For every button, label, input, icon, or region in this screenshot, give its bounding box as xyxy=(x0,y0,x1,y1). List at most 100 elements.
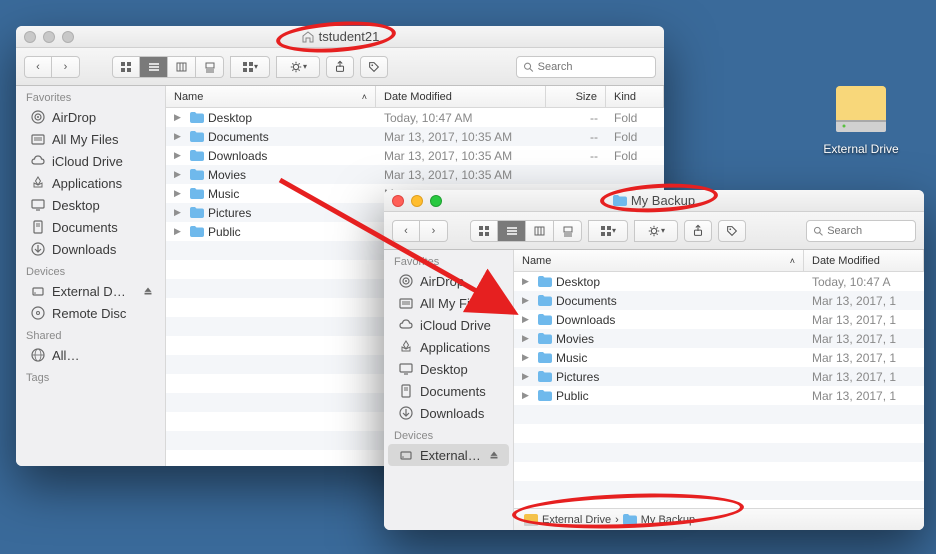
disclosure-icon[interactable]: ▶ xyxy=(174,169,186,180)
desktop-drive[interactable]: External Drive xyxy=(820,80,902,156)
disclosure-icon[interactable]: ▶ xyxy=(174,112,186,123)
titlebar[interactable]: My Backup xyxy=(384,190,924,212)
column-name[interactable]: Name˄ xyxy=(514,250,804,271)
search-input[interactable] xyxy=(538,61,649,73)
table-row-empty xyxy=(514,424,924,443)
table-row[interactable]: ▶DesktopToday, 10:47 A xyxy=(514,272,924,291)
finder-window-destination[interactable]: My Backup ‹ › ▾ ▾ Favorites AirDropAll M… xyxy=(384,190,924,530)
icon-view-button[interactable] xyxy=(470,220,498,242)
disclosure-icon[interactable]: ▶ xyxy=(522,333,534,344)
column-size[interactable]: Size xyxy=(546,86,606,107)
sidebar-item-documents[interactable]: Documents xyxy=(384,380,513,402)
action-button[interactable]: ▾ xyxy=(634,220,678,242)
traffic-lights[interactable] xyxy=(392,195,442,207)
arrange-button[interactable]: ▾ xyxy=(230,56,270,78)
sidebar-item-all-my-files[interactable]: All My Files xyxy=(384,292,513,314)
table-row[interactable]: ▶PicturesMar 13, 2017, 1 xyxy=(514,367,924,386)
disclosure-icon[interactable]: ▶ xyxy=(174,207,186,218)
table-row[interactable]: ▶PublicMar 13, 2017, 1 xyxy=(514,386,924,405)
search-field[interactable] xyxy=(516,56,656,78)
path-item[interactable]: External Drive xyxy=(542,514,611,526)
disclosure-icon[interactable]: ▶ xyxy=(174,131,186,142)
column-date[interactable]: Date Modified xyxy=(376,86,546,107)
sidebar-item-applications[interactable]: Applications xyxy=(16,172,165,194)
sidebar-item-documents[interactable]: Documents xyxy=(16,216,165,238)
disclosure-icon[interactable]: ▶ xyxy=(522,390,534,401)
tag-button[interactable] xyxy=(718,220,746,242)
column-view-button[interactable] xyxy=(168,56,196,78)
sidebar-item-all-my-files[interactable]: All My Files xyxy=(16,128,165,150)
eject-icon[interactable] xyxy=(487,448,501,462)
list-view-button[interactable] xyxy=(498,220,526,242)
zoom-button[interactable] xyxy=(62,31,74,43)
forward-button[interactable]: › xyxy=(420,220,448,242)
sidebar-item-remote-disc[interactable]: Remote Disc xyxy=(16,302,165,324)
share-button[interactable] xyxy=(326,56,354,78)
minimize-button[interactable] xyxy=(411,195,423,207)
disclosure-icon[interactable]: ▶ xyxy=(174,188,186,199)
file-name: Pictures xyxy=(208,206,251,220)
table-row[interactable]: ▶DocumentsMar 13, 2017, 1 xyxy=(514,291,924,310)
table-row[interactable]: ▶DocumentsMar 13, 2017, 10:35 AM--Fold xyxy=(166,127,664,146)
table-row[interactable]: ▶DownloadsMar 13, 2017, 10:35 AM--Fold xyxy=(166,146,664,165)
disclosure-icon[interactable]: ▶ xyxy=(522,352,534,363)
sidebar-item-desktop[interactable]: Desktop xyxy=(384,358,513,380)
tag-button[interactable] xyxy=(360,56,388,78)
column-kind[interactable]: Kind xyxy=(606,86,664,107)
zoom-button[interactable] xyxy=(430,195,442,207)
table-row[interactable]: ▶DesktopToday, 10:47 AM--Fold xyxy=(166,108,664,127)
search-input[interactable] xyxy=(827,225,909,237)
traffic-lights[interactable] xyxy=(24,31,74,43)
forward-button[interactable]: › xyxy=(52,56,80,78)
column-name[interactable]: Name˄ xyxy=(166,86,376,107)
path-bar[interactable]: External Drive › My Backup xyxy=(514,508,924,530)
file-name: Desktop xyxy=(556,275,600,289)
table-row[interactable]: ▶MoviesMar 13, 2017, 1 xyxy=(514,329,924,348)
eject-icon[interactable] xyxy=(141,284,155,298)
list-view-button[interactable] xyxy=(140,56,168,78)
coverflow-view-button[interactable] xyxy=(196,56,224,78)
column-view-button[interactable] xyxy=(526,220,554,242)
sidebar-item-applications[interactable]: Applications xyxy=(384,336,513,358)
path-item[interactable]: My Backup xyxy=(641,514,695,526)
column-headers[interactable]: Name˄ Date Modified Size Kind xyxy=(166,86,664,108)
disclosure-icon[interactable]: ▶ xyxy=(522,295,534,306)
back-button[interactable]: ‹ xyxy=(24,56,52,78)
file-name: Documents xyxy=(556,294,617,308)
disclosure-icon[interactable]: ▶ xyxy=(522,314,534,325)
share-button[interactable] xyxy=(684,220,712,242)
sidebar-item-icloud-drive[interactable]: iCloud Drive xyxy=(384,314,513,336)
titlebar[interactable]: tstudent21 xyxy=(16,26,664,48)
sidebar-item-downloads[interactable]: Downloads xyxy=(384,402,513,424)
table-row[interactable]: ▶MoviesMar 13, 2017, 10:35 AM xyxy=(166,165,664,184)
minimize-button[interactable] xyxy=(43,31,55,43)
close-button[interactable] xyxy=(392,195,404,207)
disclosure-icon[interactable]: ▶ xyxy=(174,150,186,161)
sidebar-item-external-d-[interactable]: External D… xyxy=(16,280,165,302)
disclosure-icon[interactable]: ▶ xyxy=(522,371,534,382)
action-button[interactable]: ▾ xyxy=(276,56,320,78)
sidebar-item-label: AirDrop xyxy=(420,274,464,289)
sidebar-item-downloads[interactable]: Downloads xyxy=(16,238,165,260)
sidebar-item-external-[interactable]: External… xyxy=(388,444,509,466)
table-row[interactable]: ▶DownloadsMar 13, 2017, 1 xyxy=(514,310,924,329)
disclosure-icon[interactable]: ▶ xyxy=(522,276,534,287)
sidebar-item-airdrop[interactable]: AirDrop xyxy=(384,270,513,292)
sidebar-item-airdrop[interactable]: AirDrop xyxy=(16,106,165,128)
coverflow-view-button[interactable] xyxy=(554,220,582,242)
close-button[interactable] xyxy=(24,31,36,43)
column-headers[interactable]: Name˄ Date Modified xyxy=(514,250,924,272)
docs-icon xyxy=(30,219,46,235)
disclosure-icon[interactable]: ▶ xyxy=(174,226,186,237)
arrange-button[interactable]: ▾ xyxy=(588,220,628,242)
back-button[interactable]: ‹ xyxy=(392,220,420,242)
file-name: Public xyxy=(556,389,589,403)
sidebar-item-all-[interactable]: All… xyxy=(16,344,165,366)
sidebar-item-label: iCloud Drive xyxy=(52,154,123,169)
search-field[interactable] xyxy=(806,220,916,242)
sidebar-item-icloud-drive[interactable]: iCloud Drive xyxy=(16,150,165,172)
sidebar-item-desktop[interactable]: Desktop xyxy=(16,194,165,216)
table-row[interactable]: ▶MusicMar 13, 2017, 1 xyxy=(514,348,924,367)
icon-view-button[interactable] xyxy=(112,56,140,78)
column-date[interactable]: Date Modified xyxy=(804,250,924,271)
